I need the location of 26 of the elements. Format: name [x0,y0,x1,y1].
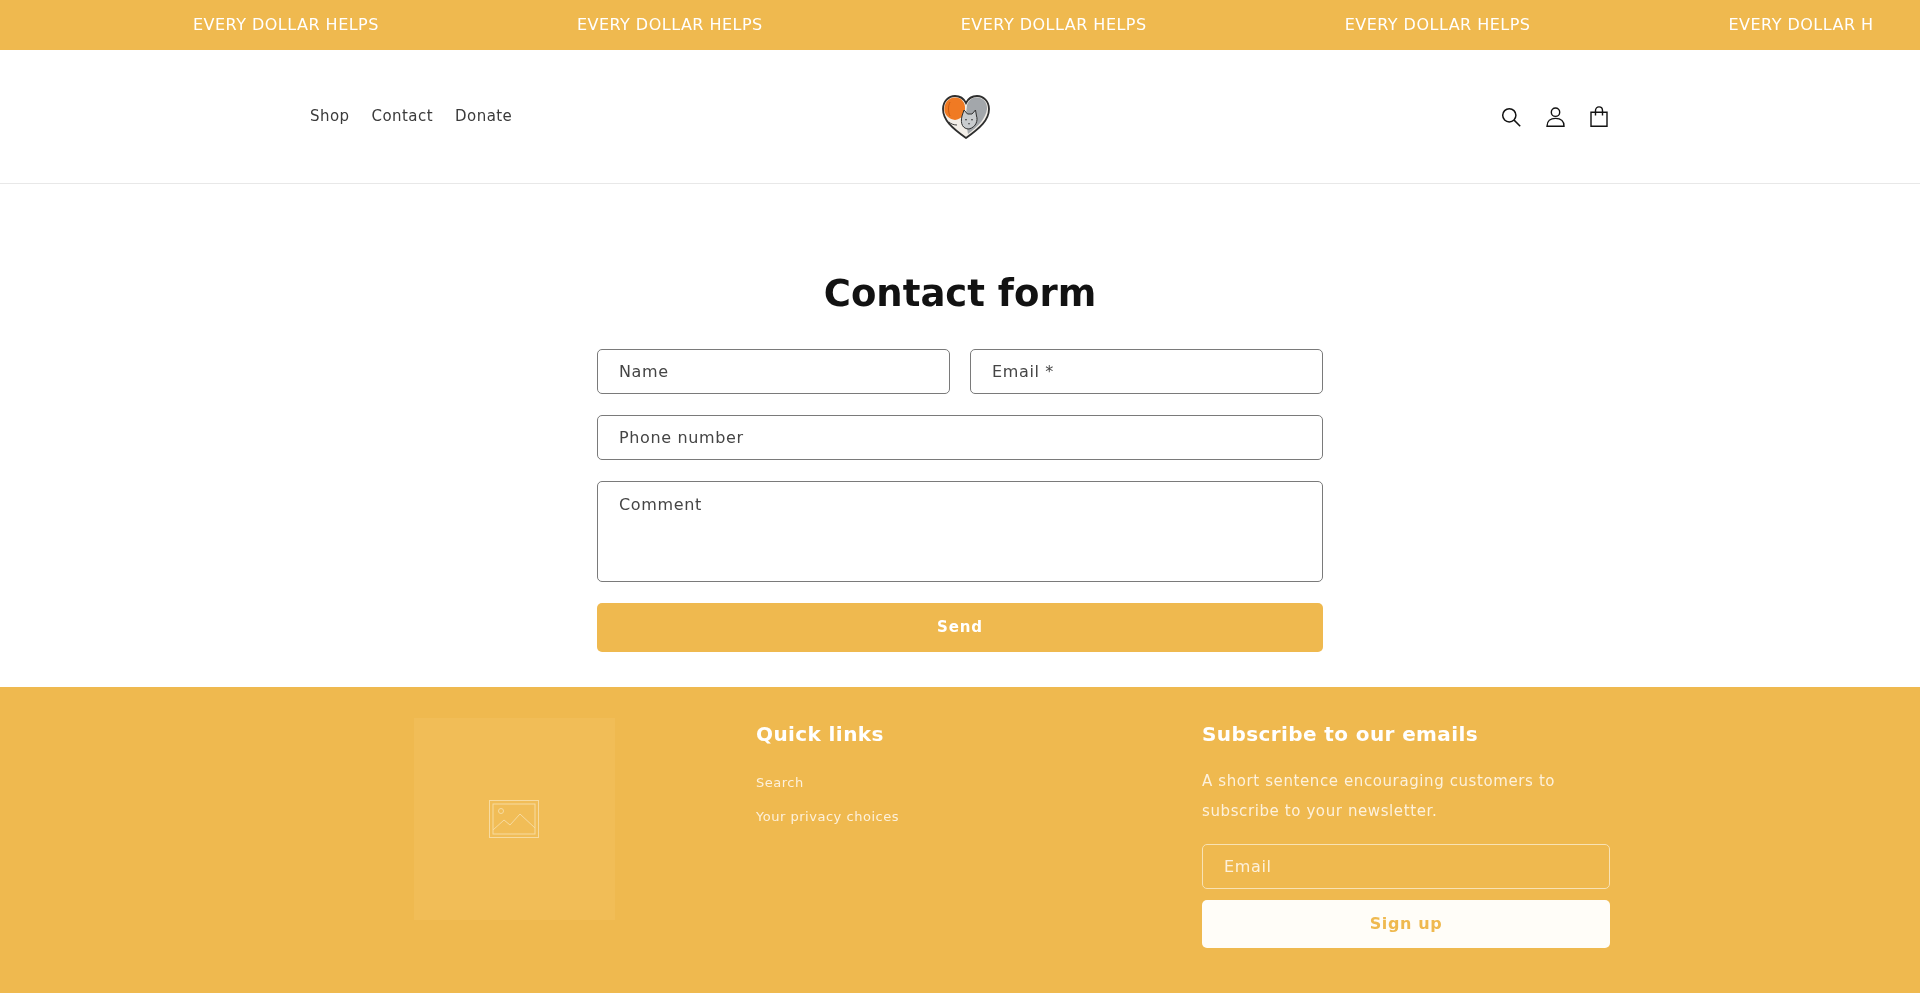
submit-button[interactable]: Send [597,603,1323,652]
email-field[interactable]: Email [1202,844,1610,889]
page-heading: Contact form [823,271,1097,317]
heart-logo-icon [940,93,991,140]
sign-up-button[interactable]: Sign up [1202,900,1610,948]
nav-link[interactable]: Donate [455,105,513,128]
footer-link[interactable]: Your privacy choices [756,807,899,827]
footer-heading: Quick links [756,721,884,748]
input-field[interactable]: Email * [970,349,1323,394]
comment-field[interactable]: Comment [597,481,1323,582]
announcement-text: EVERY DOLLAR HELPS [193,14,379,36]
user-icon [1545,106,1565,127]
announcement-text: EVERY DOLLAR HELPS [1344,14,1531,36]
announcement-text: EVERY DOLLAR HELPS [960,14,1147,36]
input-field[interactable]: Name [597,349,950,394]
input-field[interactable]: Phone number [597,415,1323,460]
nav-link[interactable]: Shop [310,105,350,128]
footer-link[interactable]: Search [756,773,804,793]
announcement-text: EVERY DOLLAR H [1728,14,1874,36]
announcement-text: EVERY DOLLAR HELPS [576,14,763,36]
image-icon [489,800,539,838]
footer-heading: Subscribe to our emails [1202,721,1479,748]
search-icon [1501,106,1521,127]
nav-link[interactable]: Contact [371,105,434,128]
shopping-bag-icon [1590,106,1608,127]
newsletter-description: A short sentence encouraging customers to subscribe to your newsletter. [1202,771,1557,822]
